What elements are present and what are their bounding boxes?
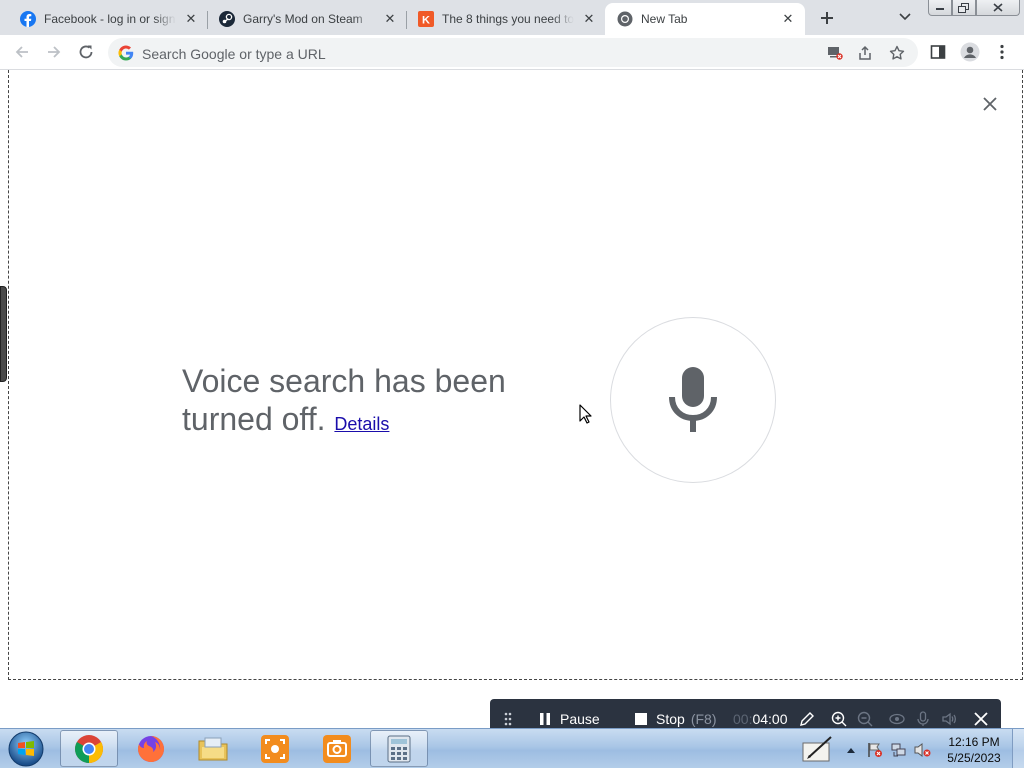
zoom-out-icon[interactable]	[856, 710, 874, 728]
close-icon	[993, 3, 1003, 12]
tab-close-icon[interactable]: ✕	[578, 8, 600, 30]
avatar-icon	[960, 42, 980, 62]
close-icon	[983, 97, 997, 111]
stop-label: Stop	[656, 711, 685, 727]
menu-button[interactable]	[990, 40, 1014, 64]
stop-button[interactable]: Stop (F8)	[634, 711, 716, 727]
tab-close-icon[interactable]: ✕	[379, 8, 401, 30]
k-icon: K	[418, 11, 434, 27]
svg-text:K: K	[422, 15, 430, 27]
pencil-icon[interactable]	[798, 710, 816, 728]
chrome-icon	[75, 734, 103, 763]
file-explorer-icon	[198, 737, 228, 760]
timer-prefix: 00:	[733, 711, 753, 727]
action-center-flag-icon[interactable]	[866, 741, 884, 759]
start-button[interactable]	[4, 730, 48, 768]
calculator-icon	[387, 735, 411, 762]
plus-icon	[821, 12, 833, 24]
microphone-button[interactable]	[610, 317, 776, 483]
minimize-button[interactable]	[928, 0, 952, 16]
screen-recorder-icon	[261, 734, 289, 763]
windows-taskbar: 12:16 PM 5/25/2023	[0, 728, 1024, 768]
pen-tablet-tray-icon[interactable]	[800, 735, 834, 763]
new-tab-button[interactable]	[814, 5, 840, 31]
taskbar-screen-recorder[interactable]	[246, 730, 304, 767]
microphone-toggle-icon[interactable]	[914, 710, 932, 728]
taskbar-file-explorer[interactable]	[184, 730, 242, 767]
steam-icon	[219, 11, 235, 27]
browser-toolbar: Search Google or type a URL	[0, 35, 1024, 70]
pause-icon	[540, 713, 550, 725]
firefox-icon	[138, 735, 164, 762]
stop-shortcut: (F8)	[690, 711, 717, 727]
kebab-menu-icon	[1000, 44, 1004, 60]
facebook-icon	[20, 11, 36, 27]
show-hidden-icons-chevron-icon[interactable]	[842, 741, 860, 759]
profile-button[interactable]	[958, 40, 982, 64]
restore-button[interactable]	[952, 0, 976, 16]
tab-title: Garry's Mod on Steam	[243, 12, 375, 26]
recording-timer: 00: 04:00	[733, 711, 788, 727]
restore-icon	[958, 2, 969, 13]
pause-button[interactable]: Pause	[538, 711, 600, 727]
back-arrow-icon	[15, 46, 28, 58]
taskbar-firefox[interactable]	[122, 730, 180, 767]
reload-button[interactable]	[74, 40, 98, 64]
webcam-icon[interactable]	[888, 710, 906, 728]
reload-icon	[79, 45, 93, 59]
windows-start-icon	[8, 731, 44, 767]
minimize-icon	[936, 7, 944, 10]
tab-title: New Tab	[641, 12, 773, 26]
system-clock[interactable]: 12:16 PM 5/25/2023	[942, 734, 1006, 766]
taskbar-chrome[interactable]	[60, 730, 118, 767]
clock-time: 12:16 PM	[948, 735, 1000, 749]
chevron-down-icon	[899, 13, 911, 21]
omnibox[interactable]: Search Google or type a URL	[108, 38, 918, 67]
tab-title: Facebook - log in or sign up	[44, 12, 176, 26]
pause-label: Pause	[560, 711, 600, 727]
clock-date: 5/25/2023	[947, 751, 1001, 765]
stop-icon	[635, 713, 647, 725]
show-desktop-button[interactable]	[1012, 729, 1024, 768]
tab-article[interactable]: K The 8 things you need to know ✕	[406, 3, 606, 35]
zoom-in-icon[interactable]	[830, 710, 848, 728]
back-button[interactable]	[10, 40, 34, 64]
voice-search-message: Voice search has been turned off. Detail…	[182, 362, 552, 443]
chrome-icon	[617, 11, 633, 27]
tab-new-tab[interactable]: New Tab ✕	[605, 3, 805, 35]
side-drag-handle[interactable]	[0, 286, 7, 382]
taskbar-calculator[interactable]	[370, 730, 428, 767]
bookmark-star-icon[interactable]	[888, 44, 906, 62]
taskbar-screenshot[interactable]	[308, 730, 366, 767]
tab-strip: Facebook - log in or sign up ✕ Garry's M…	[0, 0, 1024, 35]
voice-search-close-button[interactable]	[981, 95, 999, 113]
tab-steam[interactable]: Garry's Mod on Steam ✕	[207, 3, 407, 35]
drag-grip-icon[interactable]	[499, 710, 517, 728]
forward-button[interactable]	[42, 40, 66, 64]
microphone-icon	[669, 367, 717, 432]
volume-muted-icon[interactable]	[914, 741, 932, 759]
forward-arrow-icon	[48, 46, 61, 58]
close-recorder-icon[interactable]	[972, 710, 990, 728]
cast-blocked-icon[interactable]	[826, 44, 844, 62]
share-icon[interactable]	[856, 44, 874, 62]
omnibox-placeholder: Search Google or type a URL	[142, 46, 326, 62]
network-icon[interactable]	[890, 741, 908, 759]
screenshot-icon	[323, 734, 351, 763]
window-close-button[interactable]	[976, 0, 1020, 16]
side-panel-icon	[930, 45, 946, 59]
mouse-cursor-icon	[579, 404, 593, 424]
timer-value: 04:00	[752, 711, 788, 727]
tab-facebook[interactable]: Facebook - log in or sign up ✕	[8, 3, 208, 35]
tab-search-button[interactable]	[893, 7, 917, 27]
side-panel-button[interactable]	[926, 40, 950, 64]
tab-close-icon[interactable]: ✕	[777, 8, 799, 30]
tab-title: The 8 things you need to know	[442, 12, 574, 26]
tab-close-icon[interactable]: ✕	[180, 8, 202, 30]
google-g-icon	[118, 45, 134, 61]
speaker-icon[interactable]	[940, 710, 958, 728]
details-link[interactable]: Details	[334, 414, 389, 434]
